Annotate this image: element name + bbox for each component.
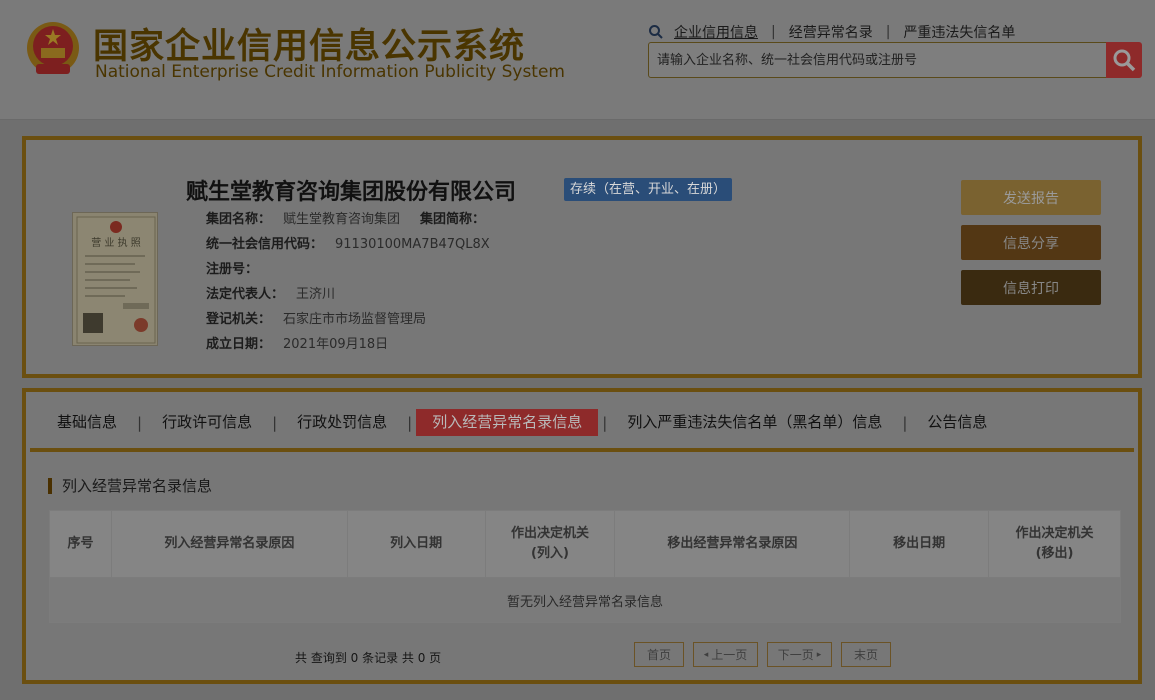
first-page-button[interactable]: 首页 — [634, 642, 684, 667]
chevron-left-icon: ◂ — [703, 649, 709, 660]
legal-rep-row: 法定代表人： 王济川 — [206, 285, 490, 310]
search-box — [648, 42, 1108, 78]
company-name: 赋生堂教育咨询集团股份有限公司 — [186, 180, 517, 205]
last-page-button[interactable]: 末页 — [841, 642, 891, 667]
legal-rep-label: 法定代表人： — [206, 287, 285, 302]
col-header: 作出决定机关 (移出) — [988, 510, 1121, 578]
credit-code-row: 统一社会信用代码： 91130100MA7B47QL8X — [206, 235, 490, 260]
search-input[interactable] — [649, 43, 1107, 77]
table-row: 暂无列入经营异常名录信息 — [49, 577, 1121, 623]
credit-code-label: 统一社会信用代码： — [206, 237, 324, 252]
col-header: 列入经营异常名录原因 — [110, 510, 348, 578]
site-header: 国家企业信用信息公示系统 National Enterprise Credit … — [0, 0, 1155, 120]
national-emblem-icon — [27, 22, 79, 74]
col-header: 列入日期 — [346, 510, 486, 578]
tab-separator: | — [407, 413, 413, 432]
est-date-label: 成立日期： — [206, 337, 272, 352]
col-header: 移出日期 — [849, 510, 990, 578]
next-page-label: 下一页 — [777, 648, 814, 662]
nav-enterprise-credit[interactable]: 企业信用信息 — [674, 22, 758, 42]
est-date-value: 2021年09月18日 — [283, 337, 389, 352]
chevron-right-icon: ▸ — [816, 649, 822, 660]
tab-blacklist[interactable]: 列入严重违法失信名单（黑名单）信息 — [611, 409, 898, 436]
table-header-row: 序号 列入经营异常名录原因 列入日期 作出决定机关 (列入) 移出经营异常名录原… — [49, 510, 1121, 578]
reg-no-label: 注册号： — [206, 262, 259, 277]
next-page-button[interactable]: 下一页 ▸ — [767, 642, 832, 667]
credit-code-value: 91130100MA7B47QL8X — [335, 237, 490, 252]
tab-announcements[interactable]: 公告信息 — [911, 409, 1003, 436]
search-icon — [1113, 49, 1136, 72]
site-subtitle: National Enterprise Credit Information P… — [95, 62, 565, 82]
nav-separator: | — [885, 24, 891, 40]
share-info-button[interactable]: 信息分享 — [961, 225, 1101, 260]
search-button[interactable] — [1106, 42, 1142, 78]
group-abbr-label: 集团简称： — [420, 212, 486, 227]
col-header: 移出经营异常名录原因 — [614, 510, 851, 578]
tab-admin-license[interactable]: 行政许可信息 — [146, 409, 268, 436]
section-title: 列入经营异常名录信息 — [48, 478, 212, 494]
est-date-row: 成立日期： 2021年09月18日 — [206, 335, 490, 360]
license-document-icon: 营 业 执 照 — [76, 216, 156, 344]
col-header: 序号 — [49, 510, 112, 578]
nav-blacklist[interactable]: 严重违法失信名单 — [903, 22, 1015, 42]
tab-bar: 基础信息 | 行政许可信息 | 行政处罚信息 | 列入经营异常名录信息 | 列入… — [30, 397, 1134, 452]
legal-rep-value: 王济川 — [296, 287, 336, 302]
abnormal-list-table: 序号 列入经营异常名录原因 列入日期 作出决定机关 (列入) 移出经营异常名录原… — [49, 510, 1121, 623]
authority-value: 石家庄市市场监督管理局 — [283, 312, 427, 327]
tab-basic-info[interactable]: 基础信息 — [30, 409, 133, 436]
top-nav: 企业信用信息 | 经营异常名录 | 严重违法失信名单 — [648, 22, 1015, 42]
business-license-image[interactable]: 营 业 执 照 — [72, 212, 158, 346]
group-name-value: 赋生堂教育咨询集团 — [283, 212, 401, 227]
reg-no-row: 注册号： — [206, 260, 490, 285]
company-info-panel: 营 业 执 照 赋生堂教育咨询集团股份有限公司 存续（在营、开业、在册） 集团名… — [22, 136, 1142, 378]
pagination-summary: 共 查询到 0 条记录 共 0 页 — [295, 651, 442, 665]
authority-row: 登记机关： 石家庄市市场监督管理局 — [206, 310, 490, 335]
print-info-button[interactable]: 信息打印 — [961, 270, 1101, 305]
status-badge: 存续（在营、开业、在册） — [564, 178, 733, 201]
tab-separator: | — [272, 413, 278, 432]
prev-page-button[interactable]: ◂ 上一页 — [693, 642, 758, 667]
authority-label: 登记机关： — [206, 312, 272, 327]
tab-separator: | — [602, 413, 608, 432]
send-report-button[interactable]: 发送报告 — [961, 180, 1101, 215]
group-name-label: 集团名称： — [206, 212, 272, 227]
nav-separator: | — [771, 24, 776, 40]
col-header: 作出决定机关 (列入) — [484, 510, 616, 578]
empty-message: 暂无列入经营异常名录信息 — [49, 577, 1121, 623]
tab-separator: | — [137, 413, 143, 432]
company-details: 集团名称： 赋生堂教育咨询集团 集团简称： 统一社会信用代码： 91130100… — [206, 210, 490, 360]
detail-panel: 基础信息 | 行政许可信息 | 行政处罚信息 | 列入经营异常名录信息 | 列入… — [22, 388, 1142, 684]
tab-abnormal-list[interactable]: 列入经营异常名录信息 — [416, 409, 599, 436]
svg-text:营 业 执 照: 营 业 执 照 — [91, 236, 141, 249]
nav-abnormal-list[interactable]: 经营异常名录 — [789, 22, 873, 42]
magnifier-icon — [649, 25, 663, 39]
tab-separator: | — [902, 413, 908, 432]
tab-admin-penalty[interactable]: 行政处罚信息 — [281, 409, 403, 436]
group-name-row: 集团名称： 赋生堂教育咨询集团 集团简称： — [206, 210, 490, 235]
prev-page-label: 上一页 — [711, 648, 748, 662]
